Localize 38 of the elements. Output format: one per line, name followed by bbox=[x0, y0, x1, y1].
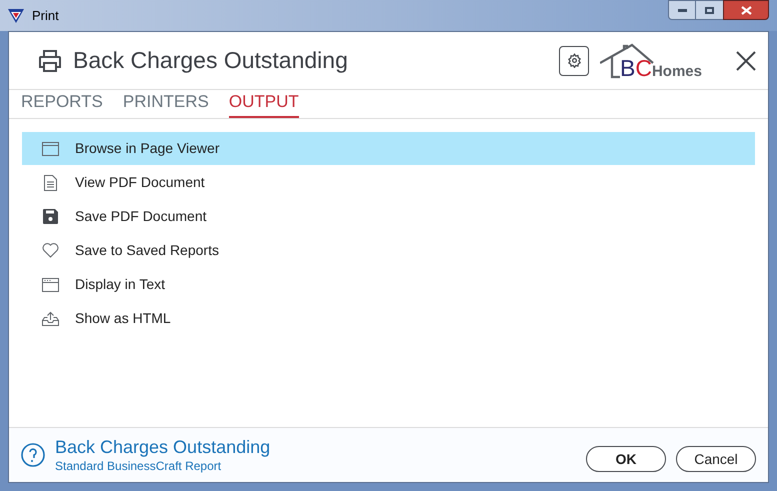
output-option[interactable]: Save to Saved Reports bbox=[22, 234, 755, 267]
output-option[interactable]: Browse in Page Viewer bbox=[22, 132, 755, 165]
window-title: Print bbox=[32, 6, 59, 25]
tab[interactable]: PRINTERS bbox=[122, 88, 209, 118]
app-logo-icon bbox=[8, 8, 24, 22]
close-icon bbox=[736, 50, 756, 70]
option-label: Display in Text bbox=[75, 275, 166, 294]
minimize-button[interactable] bbox=[668, 0, 696, 20]
option-label: Show as HTML bbox=[75, 309, 171, 328]
report-title: Back Charges Outstanding bbox=[73, 46, 348, 76]
tab[interactable]: OUTPUT bbox=[228, 88, 299, 118]
dialog-button[interactable]: OK bbox=[586, 446, 666, 472]
company-logo: BCHomes bbox=[600, 40, 716, 80]
option-label: Save to Saved Reports bbox=[75, 241, 219, 260]
help-icon bbox=[21, 443, 45, 467]
upload-tray-icon bbox=[42, 311, 59, 326]
printer-icon bbox=[38, 50, 62, 72]
window-icon bbox=[42, 142, 59, 156]
output-option[interactable]: Display in Text bbox=[22, 268, 755, 301]
settings-button[interactable] bbox=[559, 46, 589, 76]
option-label: Browse in Page Viewer bbox=[75, 139, 220, 158]
output-option[interactable]: Show as HTML bbox=[22, 302, 755, 335]
output-option[interactable]: Save PDF Document bbox=[22, 200, 755, 233]
output-option[interactable]: View PDF Document bbox=[22, 166, 755, 199]
option-label: View PDF Document bbox=[75, 173, 205, 192]
close-button[interactable] bbox=[734, 48, 758, 72]
footer-title: Back Charges Outstanding bbox=[55, 436, 270, 458]
heart-icon bbox=[42, 243, 59, 258]
footer-subtitle: Standard BusinessCraft Report bbox=[55, 458, 222, 474]
close-button[interactable] bbox=[723, 0, 769, 20]
option-label: Save PDF Document bbox=[75, 207, 206, 226]
window-icon bbox=[42, 278, 59, 292]
settings-icon bbox=[566, 53, 582, 68]
dialog-button[interactable]: Cancel bbox=[676, 446, 756, 472]
document-icon bbox=[44, 174, 57, 190]
close-icon bbox=[740, 6, 752, 14]
maximize-button[interactable] bbox=[696, 0, 723, 20]
tab[interactable]: REPORTS bbox=[21, 88, 103, 118]
